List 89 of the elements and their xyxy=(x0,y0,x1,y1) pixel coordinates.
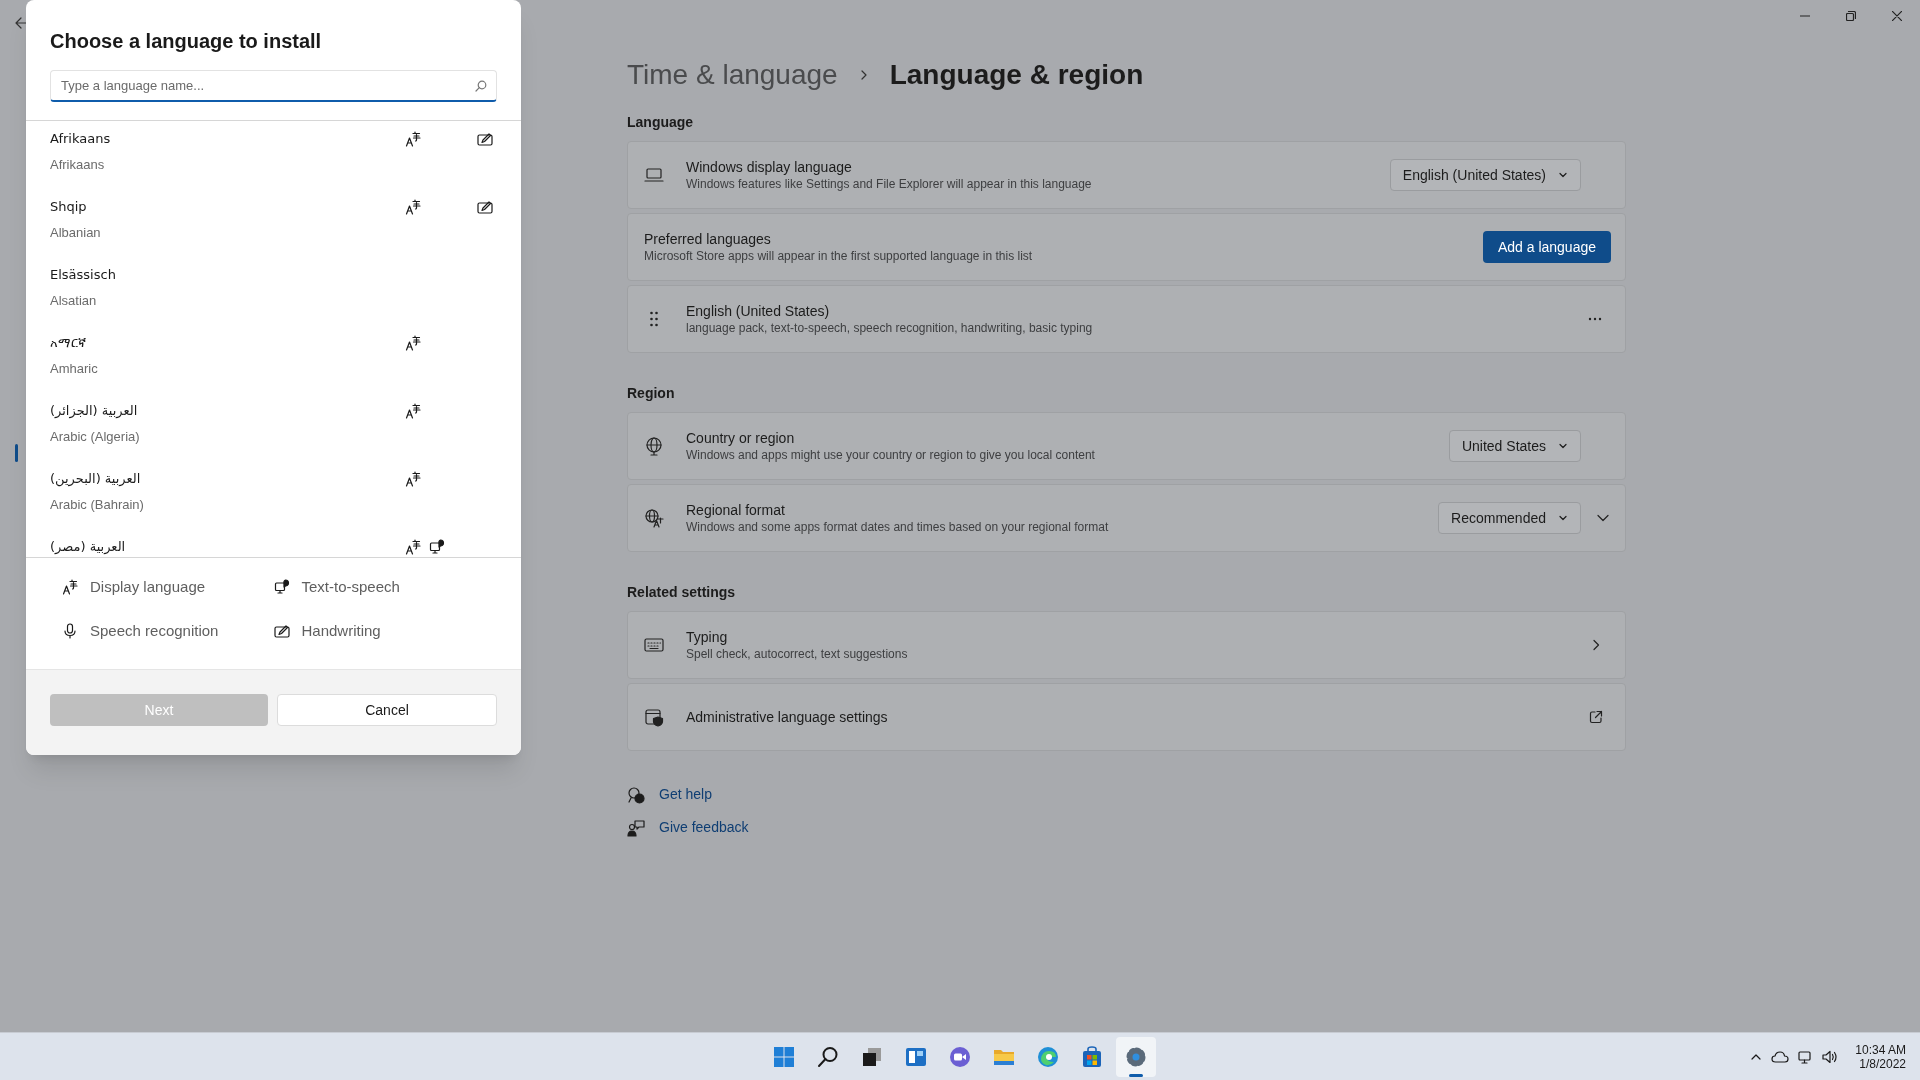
legend-label: Handwriting xyxy=(301,620,381,641)
card-title: Typing xyxy=(686,628,729,646)
keyboard-icon xyxy=(644,635,664,655)
language-list-item[interactable]: አማርኛ Amharic xyxy=(26,331,521,399)
add-language-button[interactable]: Add a language xyxy=(1482,231,1611,263)
dialog-button[interactable]: Cancel xyxy=(277,694,497,726)
more-icon xyxy=(1588,317,1602,321)
card-description: Spell check, autocorrect, text suggestions xyxy=(686,646,909,662)
language-english-name: Amharic xyxy=(50,360,99,378)
language-native-name: Elsässisch xyxy=(50,266,117,284)
language-list-item[interactable]: Afrikaans Afrikaans xyxy=(26,127,521,195)
handwriting-icon xyxy=(273,623,290,639)
language-english-name: Alsatian xyxy=(50,292,98,310)
card-title: Country or region xyxy=(686,429,796,447)
language-list-item[interactable]: Elsässisch Alsatian xyxy=(26,263,521,331)
language-native-name: Afrikaans xyxy=(50,130,112,148)
globe-language-icon xyxy=(644,508,664,528)
card-description: language pack, text-to-speech, speech recognition, handwriting, basic typing xyxy=(686,320,1094,336)
card-description: Microsoft Store apps will appear in the first supported language in this list xyxy=(644,248,1034,264)
active-app-indicator xyxy=(1129,1074,1143,1077)
search-icon xyxy=(475,80,487,92)
browser-icon xyxy=(1036,1045,1060,1069)
dropdown[interactable]: English (United States) xyxy=(1389,159,1581,191)
search-icon xyxy=(816,1045,840,1069)
legend-label: Speech recognition xyxy=(90,620,219,641)
language-native-name: Shqip xyxy=(50,198,88,216)
language-english-name: Arabic (Bahrain) xyxy=(50,496,145,514)
globe-icon xyxy=(644,436,664,456)
clock-button[interactable]: 10:34 AM 1/8/2022 xyxy=(1851,1043,1910,1071)
settings-card[interactable]: Administrative language settings xyxy=(627,683,1626,751)
chevron-down-icon xyxy=(1558,513,1568,523)
selection-indicator xyxy=(15,444,18,462)
gear-icon xyxy=(1124,1045,1148,1069)
language-english-name: Arabic (Algeria) xyxy=(50,428,141,446)
legend-label: Text-to-speech xyxy=(301,576,400,597)
dialog-button: Next xyxy=(50,694,268,726)
card-description: Windows features like Settings and File Explorer will appear in this language xyxy=(686,176,1093,192)
network-icon[interactable] xyxy=(1797,1049,1814,1065)
display-language-icon xyxy=(62,579,78,595)
settings-card[interactable]: Typing Spell check, autocorrect, text suggestions xyxy=(627,611,1626,679)
external-link-icon xyxy=(1589,710,1603,724)
dialog-title: Choose a language to install xyxy=(49,29,323,54)
card-title: Administrative language settings xyxy=(686,708,889,726)
volume-icon[interactable] xyxy=(1821,1049,1840,1065)
chevron-down-icon xyxy=(1558,441,1568,451)
page-title: Language & region xyxy=(889,58,1144,92)
chat-icon xyxy=(948,1045,972,1069)
card-title: Windows display language xyxy=(686,158,853,176)
dropdown[interactable]: Recommended xyxy=(1438,502,1581,534)
settings-card[interactable]: Windows display language Windows features like Settings and File Explorer will appear in this language English (United States) xyxy=(627,141,1626,209)
language-native-name: አማርኛ xyxy=(50,334,87,352)
microphone-icon xyxy=(62,623,78,639)
language-native-name: العربية (الجزائر) xyxy=(50,402,139,421)
language-list-item[interactable]: Shqip Albanian xyxy=(26,195,521,263)
card-description: Windows and apps might use your country or region to give you local content xyxy=(686,447,1096,463)
section-heading: Related settings xyxy=(627,583,737,602)
widgets-icon xyxy=(904,1045,928,1069)
card-title: Regional format xyxy=(686,501,786,519)
help-link[interactable]: Give feedback xyxy=(659,817,749,838)
language-english-name: Afrikaans xyxy=(50,156,106,174)
chevron-down-icon xyxy=(1558,170,1568,180)
search-field[interactable]: Type a language name... xyxy=(50,70,497,102)
restore-icon xyxy=(1846,11,1856,21)
store-icon xyxy=(1080,1045,1104,1069)
breadcrumb-link[interactable]: Time & language xyxy=(627,54,838,96)
help-icon xyxy=(627,785,645,804)
card-title: English (United States) xyxy=(686,302,831,320)
legend-label: Display language xyxy=(90,576,206,597)
admin-window-icon xyxy=(644,707,664,727)
task-view-icon xyxy=(860,1045,884,1069)
language-native-name: العربية (مصر) xyxy=(50,538,127,556)
settings-card[interactable]: Regional format Windows and some apps format dates and times based on your regional format Recommended xyxy=(627,484,1626,552)
language-native-name: العربية (البحرين) xyxy=(50,470,142,489)
settings-card[interactable]: Country or region Windows and apps might use your country or region to give you local content United States xyxy=(627,412,1626,480)
laptop-icon xyxy=(644,165,664,185)
start-icon xyxy=(772,1045,796,1069)
feedback-icon xyxy=(627,818,645,837)
text-to-speech-icon xyxy=(273,579,290,595)
help-link[interactable]: Get help xyxy=(659,784,712,805)
language-list-item[interactable]: العربية (مصر) xyxy=(26,535,521,557)
card-title: Preferred languages xyxy=(644,230,772,248)
cloud-icon[interactable] xyxy=(1771,1049,1790,1065)
close-icon xyxy=(1892,11,1902,21)
settings-card[interactable]: Preferred languages Microsoft Store apps will appear in the first supported language in this list Add a language xyxy=(627,213,1626,281)
card-description: Windows and some apps format dates and times based on your regional format xyxy=(686,519,1110,535)
section-heading: Language xyxy=(627,113,695,132)
dropdown[interactable]: United States xyxy=(1448,430,1581,462)
section-heading: Region xyxy=(627,384,676,403)
language-english-name: Albanian xyxy=(50,224,102,242)
